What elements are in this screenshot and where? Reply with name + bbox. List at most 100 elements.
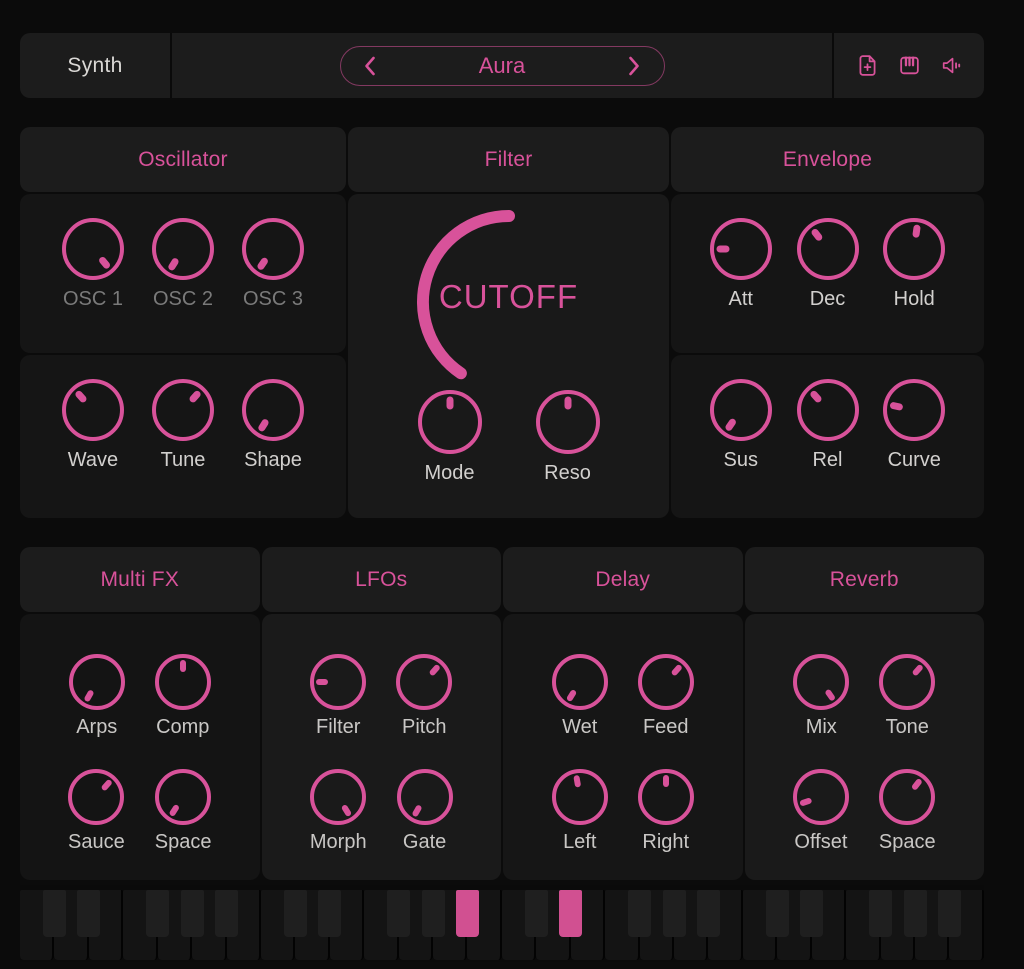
knob-cell: Mix xyxy=(793,654,849,739)
knob-filter[interactable] xyxy=(310,654,366,710)
knob-morph[interactable] xyxy=(310,769,366,825)
section-oscillator: Oscillator OSC 1OSC 2OSC 3 WaveTuneShape xyxy=(20,127,346,518)
chevron-left-icon[interactable] xyxy=(363,56,376,76)
knob-label: Curve xyxy=(888,449,941,472)
knob-label: Space xyxy=(879,831,936,854)
knob-label: Mode xyxy=(424,462,474,485)
knob-reso[interactable] xyxy=(536,390,600,454)
chevron-right-icon[interactable] xyxy=(628,56,641,76)
knob-comp[interactable] xyxy=(155,654,211,710)
knob-label: Tone xyxy=(886,716,929,739)
knob-dec[interactable] xyxy=(797,218,859,280)
knob-cell: OSC 3 xyxy=(242,218,304,353)
synth-panel-upper: Oscillator OSC 1OSC 2OSC 3 WaveTuneShape… xyxy=(20,127,984,518)
knob-tick xyxy=(188,389,202,403)
black-key[interactable] xyxy=(43,890,66,937)
knob-tune[interactable] xyxy=(152,379,214,441)
knob-label: Hold xyxy=(894,288,935,311)
knob-mode[interactable] xyxy=(418,390,482,454)
knob-right[interactable] xyxy=(638,769,694,825)
knob-label: Rel xyxy=(812,449,842,472)
knob-space[interactable] xyxy=(155,769,211,825)
knob-osc-2[interactable] xyxy=(152,218,214,280)
knob-wave[interactable] xyxy=(62,379,124,441)
knob-hold[interactable] xyxy=(883,218,945,280)
oscillator-row-1: OSC 1OSC 2OSC 3 xyxy=(20,194,346,353)
knob-cell: Wet xyxy=(552,654,608,739)
knob-feed[interactable] xyxy=(638,654,694,710)
section-header-multi-fx: Multi FX xyxy=(20,547,260,612)
black-key[interactable] xyxy=(284,890,307,937)
black-key-pressed[interactable] xyxy=(559,890,582,937)
black-key[interactable] xyxy=(146,890,169,937)
new-file-icon[interactable] xyxy=(855,53,880,78)
knob-tick xyxy=(98,256,112,270)
knob-att[interactable] xyxy=(710,218,772,280)
knob-sauce[interactable] xyxy=(68,769,124,825)
knob-cell: Shape xyxy=(242,379,304,518)
knob-sus[interactable] xyxy=(710,379,772,441)
knob-arps[interactable] xyxy=(69,654,125,710)
piano-icon[interactable] xyxy=(897,53,922,78)
black-key[interactable] xyxy=(800,890,823,937)
knob-rel[interactable] xyxy=(797,379,859,441)
filter-knob-row: ModeReso xyxy=(348,390,669,485)
reverb-body: MixTone OffsetSpace xyxy=(745,614,985,880)
knob-tick xyxy=(257,418,270,433)
knob-space[interactable] xyxy=(879,769,935,825)
knob-shape[interactable] xyxy=(242,379,304,441)
knob-label: Wave xyxy=(68,449,118,472)
knob-cell: Wave xyxy=(62,379,124,518)
black-key[interactable] xyxy=(663,890,686,937)
knob-tick xyxy=(912,664,924,677)
knob-gate[interactable] xyxy=(397,769,453,825)
black-key[interactable] xyxy=(318,890,341,937)
topbar-actions xyxy=(832,33,984,98)
knob-cell: Filter xyxy=(310,654,366,739)
knob-left[interactable] xyxy=(552,769,608,825)
knob-pitch[interactable] xyxy=(396,654,452,710)
black-key[interactable] xyxy=(215,890,238,937)
knob-wet[interactable] xyxy=(552,654,608,710)
knob-offset[interactable] xyxy=(793,769,849,825)
knob-cell: Att xyxy=(710,218,772,353)
knob-curve[interactable] xyxy=(883,379,945,441)
knob-mix[interactable] xyxy=(793,654,849,710)
speaker-icon[interactable] xyxy=(939,53,964,78)
knob-label: Pitch xyxy=(402,716,446,739)
black-key[interactable] xyxy=(869,890,892,937)
preset-name[interactable]: Aura xyxy=(479,53,525,79)
knob-tone[interactable] xyxy=(879,654,935,710)
knob-cell: Tone xyxy=(879,654,935,739)
envelope-row-1: AttDecHold xyxy=(671,194,984,353)
knob-cell: OSC 2 xyxy=(152,218,214,353)
knob-tick xyxy=(429,664,441,677)
knob-cell: Rel xyxy=(797,379,859,518)
knob-tick xyxy=(564,397,571,410)
preset-selector[interactable]: Aura xyxy=(340,46,665,86)
knob-label: OSC 3 xyxy=(243,288,303,311)
black-key[interactable] xyxy=(181,890,204,937)
cutoff-big-knob-label: CUTOFF xyxy=(439,278,578,316)
black-key[interactable] xyxy=(766,890,789,937)
fx-panel-lower: Multi FX ArpsComp SauceSpace LFOs Filter… xyxy=(20,547,984,880)
knob-osc-1[interactable] xyxy=(62,218,124,280)
section-header-reverb: Reverb xyxy=(745,547,985,612)
piano-keyboard[interactable] xyxy=(20,885,984,962)
black-key[interactable] xyxy=(422,890,445,937)
black-key[interactable] xyxy=(387,890,410,937)
black-key-pressed[interactable] xyxy=(456,890,479,937)
knob-osc-3[interactable] xyxy=(242,218,304,280)
knob-cell: Comp xyxy=(155,654,211,739)
knob-label: Gate xyxy=(403,831,446,854)
black-key[interactable] xyxy=(628,890,651,937)
black-key[interactable] xyxy=(904,890,927,937)
knob-tick xyxy=(341,804,352,817)
black-key[interactable] xyxy=(697,890,720,937)
section-lfos: LFOs FilterPitch MorphGate xyxy=(262,547,502,880)
black-key[interactable] xyxy=(525,890,548,937)
knob-tick xyxy=(912,224,921,238)
piano-keys xyxy=(20,890,984,960)
black-key[interactable] xyxy=(938,890,961,937)
black-key[interactable] xyxy=(77,890,100,937)
